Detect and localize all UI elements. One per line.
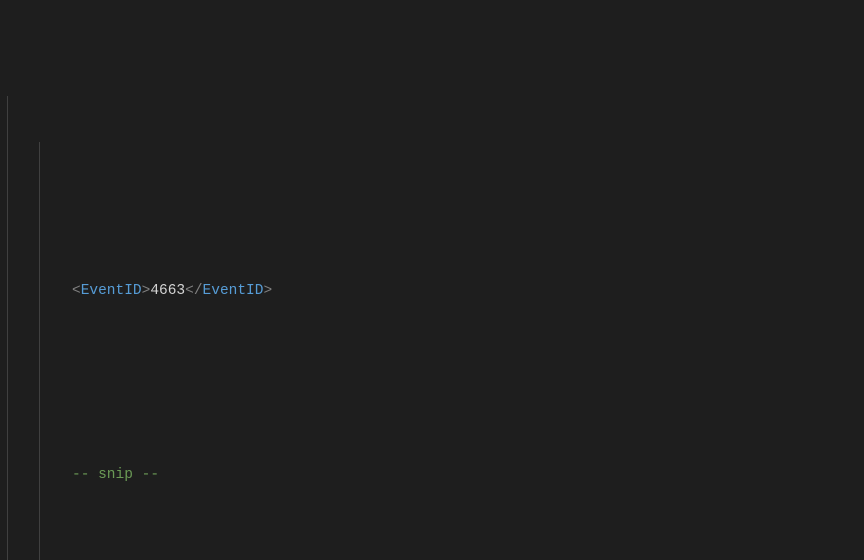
indent-guide-inner: <EventID>4663</EventID> -- snip -- <Chan…: [39, 142, 864, 560]
indent-guide-outer: <EventID>4663</EventID> -- snip -- <Chan…: [7, 96, 864, 560]
snip-comment: -- snip --: [40, 418, 864, 441]
eventid-line: <EventID>4663</EventID>: [40, 234, 864, 257]
